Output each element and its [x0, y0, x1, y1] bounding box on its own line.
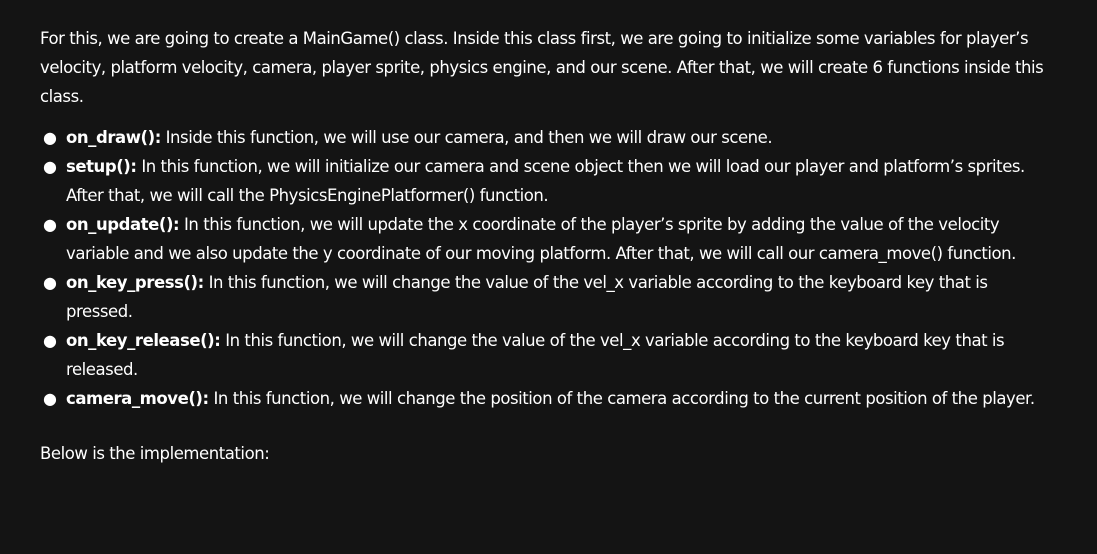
function-name: on_key_press():: [66, 273, 204, 292]
list-item-on-key-press: ● on_key_press(): In this function, we w…: [40, 268, 1057, 326]
article-content: For this, we are going to create a MainG…: [0, 0, 1097, 554]
function-name: setup():: [66, 157, 137, 176]
bullet-icon: ●: [43, 389, 57, 408]
function-name: camera_move():: [66, 389, 209, 408]
function-name: on_draw():: [66, 128, 161, 147]
outro-paragraph: Below is the implementation:: [40, 444, 270, 463]
bullet-icon: ●: [43, 157, 57, 176]
bullet-icon: ●: [43, 215, 57, 234]
function-description: In this function, we will update the x c…: [66, 215, 1016, 263]
function-description: In this function, we will change the pos…: [208, 389, 1035, 408]
list-item-camera-move: ● camera_move(): In this function, we wi…: [40, 384, 1057, 413]
list-item-on-update: ● on_update(): In this function, we will…: [40, 210, 1057, 268]
bullet-icon: ●: [43, 128, 57, 147]
bullet-icon: ●: [43, 273, 57, 292]
function-name: on_key_release():: [66, 331, 221, 350]
intro-paragraph: For this, we are going to create a MainG…: [40, 29, 1044, 106]
bullet-icon: ●: [43, 331, 57, 350]
function-name: on_update():: [66, 215, 180, 234]
list-item-on-draw: ● on_draw(): Inside this function, we wi…: [40, 123, 1057, 152]
list-item-setup: ● setup(): In this function, we will ini…: [40, 152, 1057, 210]
function-description: In this function, we will initialize our…: [66, 157, 1025, 205]
list-item-on-key-release: ● on_key_release(): In this function, we…: [40, 326, 1057, 384]
function-list: ● on_draw(): Inside this function, we wi…: [40, 123, 1057, 413]
function-description: In this function, we will change the val…: [66, 273, 988, 321]
function-description: Inside this function, we will use our ca…: [160, 128, 773, 147]
